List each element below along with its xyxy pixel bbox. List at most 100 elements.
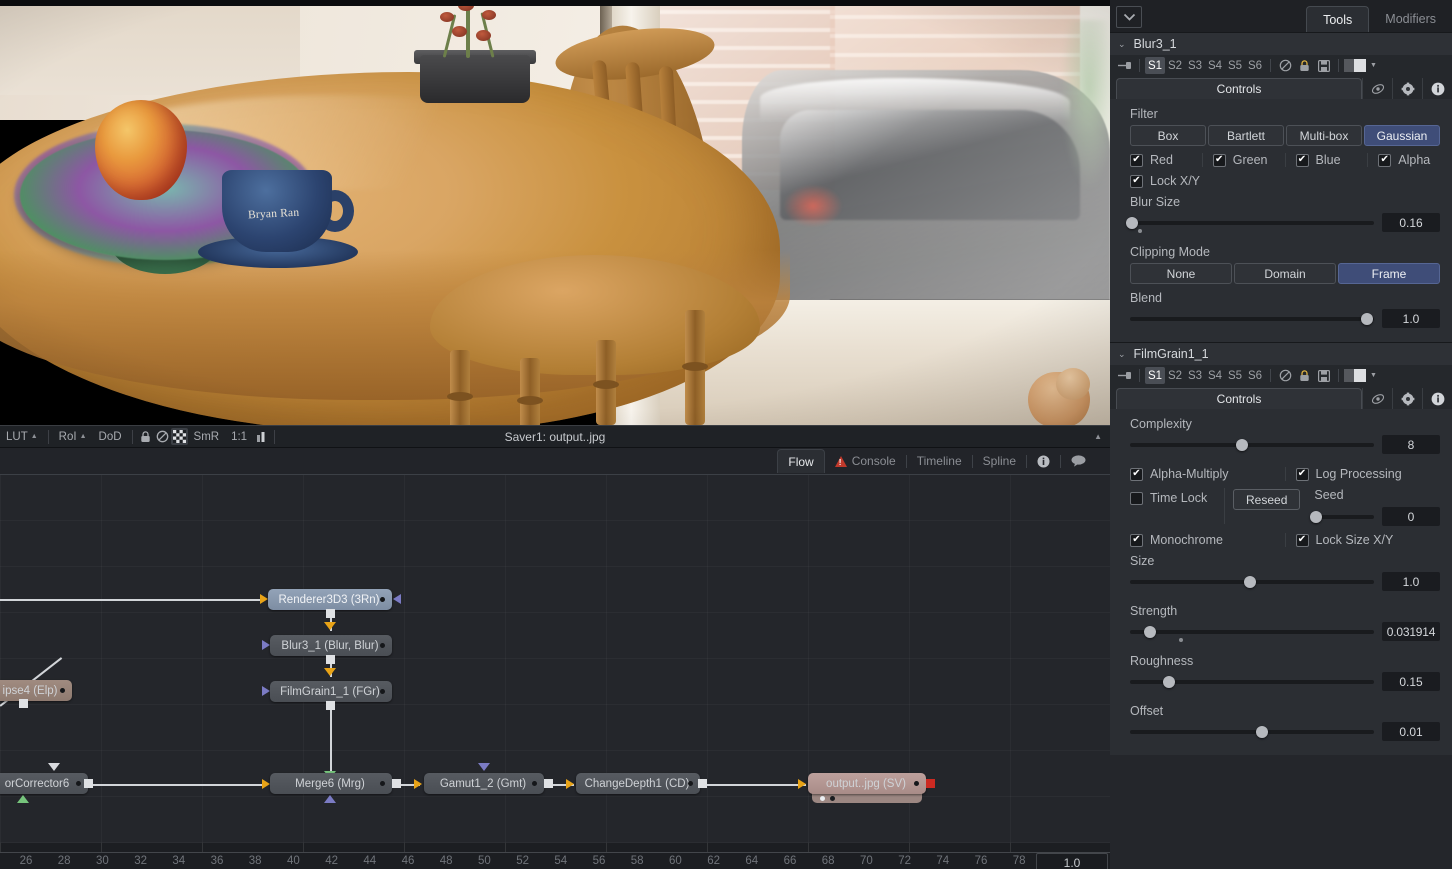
checkbox-red[interactable]: ✔ Red	[1130, 153, 1192, 167]
node-renderer3d3[interactable]: Renderer3D3 (3Rn)	[268, 589, 392, 610]
info-icon[interactable]	[1422, 388, 1452, 409]
filter-option-multi-box[interactable]: Multi-box	[1286, 125, 1362, 146]
clipping-option-frame[interactable]: Frame	[1338, 263, 1440, 284]
tab-spline[interactable]: Spline	[973, 449, 1026, 473]
tab-controls-blur[interactable]: Controls	[1116, 78, 1362, 99]
offset-knob[interactable]	[1255, 725, 1268, 738]
ruler-value-box[interactable]: 1.0	[1036, 853, 1108, 869]
tab-timeline[interactable]: Timeline	[907, 449, 972, 473]
offset-value[interactable]: 0.01	[1382, 722, 1440, 741]
checkbox-time-lock[interactable]: Time Lock	[1130, 491, 1222, 505]
swatch-caret-icon[interactable]: ▼	[1370, 62, 1377, 69]
tab-tools[interactable]: Tools	[1306, 6, 1370, 32]
state-button-s3[interactable]: S3	[1185, 367, 1205, 384]
pin-icon[interactable]	[1116, 368, 1134, 384]
color-swatch[interactable]	[1344, 59, 1366, 72]
comment-icon[interactable]	[1061, 449, 1096, 473]
flow-info-icon[interactable]	[1027, 449, 1060, 473]
pin-icon[interactable]	[1116, 58, 1134, 74]
node-colorcorrector6[interactable]: orCorrector6	[0, 773, 88, 794]
lut-button[interactable]: LUT ▲	[0, 427, 44, 446]
state-button-s6[interactable]: S6	[1245, 57, 1265, 74]
checkbox-alpha[interactable]: ✔ Alpha	[1378, 153, 1440, 167]
blur-size-track[interactable]	[1126, 216, 1374, 233]
checkbox-lock-size-xy-box[interactable]: ✔	[1295, 533, 1309, 547]
smr-button[interactable]: SmR	[188, 427, 226, 446]
seed-knob[interactable]	[1309, 510, 1322, 523]
checkbox-green-box[interactable]: ✔	[1212, 153, 1226, 167]
node-merge6[interactable]: Merge6 (Mrg)	[270, 773, 392, 794]
disable-icon[interactable]	[1276, 368, 1295, 384]
node-blur3-1[interactable]: Blur3_1 (Blur, Blur)	[270, 635, 392, 656]
settings-gear-icon[interactable]	[1392, 388, 1422, 409]
state-button-s2[interactable]: S2	[1165, 367, 1185, 384]
checkbox-lock-xy-box[interactable]: ✔	[1130, 174, 1143, 188]
lock-icon[interactable]	[137, 428, 154, 445]
state-button-s1[interactable]: S1	[1145, 57, 1165, 74]
blend-knob[interactable]	[1360, 312, 1373, 325]
size-track[interactable]	[1130, 575, 1374, 588]
state-button-s6[interactable]: S6	[1245, 367, 1265, 384]
viewer-toolbar[interactable]: LUT ▲ RoI ▲ DoD SmR 1:1 Saver1: output..…	[0, 425, 1110, 448]
tab-modifiers[interactable]: Modifiers	[1369, 6, 1452, 32]
complexity-value[interactable]: 8	[1382, 435, 1440, 454]
checkbox-alpha-box[interactable]: ✔	[1378, 153, 1392, 167]
tool-header-filmgrain[interactable]: ⌄ FilmGrain1_1	[1110, 343, 1452, 365]
tab-flow[interactable]: Flow	[777, 449, 825, 473]
checkbox-alpha-multiply[interactable]: ✔ Alpha-Multiply	[1130, 467, 1275, 481]
node-graph-canvas[interactable]: Renderer3D3 (3Rn) Blur3_1 (Blur, Blur) F…	[0, 474, 1110, 843]
node-gamut1-2[interactable]: Gamut1_2 (Gmt)	[424, 773, 544, 794]
state-button-s4[interactable]: S4	[1205, 57, 1225, 74]
chevron-down-icon[interactable]: ⌄	[1118, 39, 1126, 50]
wire-handle-2[interactable]	[326, 655, 335, 664]
roughness-knob[interactable]	[1163, 675, 1176, 688]
chevron-down-icon[interactable]: ⌄	[1118, 349, 1126, 360]
size-value[interactable]: 1.0	[1382, 572, 1440, 591]
clipping-option-none[interactable]: None	[1130, 263, 1232, 284]
seed-track[interactable]	[1309, 510, 1374, 523]
checkbox-log-processing-box[interactable]: ✔	[1295, 467, 1309, 481]
checkbox-monochrome-box[interactable]: ✔	[1130, 533, 1143, 547]
wire-handle-3[interactable]	[326, 701, 335, 710]
filter-option-bartlett[interactable]: Bartlett	[1208, 125, 1284, 146]
size-knob[interactable]	[1243, 575, 1256, 588]
checkbox-blue-box[interactable]: ✔	[1295, 153, 1309, 167]
node-saver-output[interactable]: output..jpg (SV)	[808, 773, 926, 794]
blend-track[interactable]	[1130, 312, 1374, 325]
checkbox-red-box[interactable]: ✔	[1130, 153, 1143, 167]
node-filmgrain1-1[interactable]: FilmGrain1_1 (FGr)	[270, 681, 392, 702]
roughness-track[interactable]	[1130, 675, 1374, 688]
node-ellipse4[interactable]: ipse4 (Elp)	[0, 680, 72, 701]
checkbox-log-processing[interactable]: ✔ Log Processing	[1295, 467, 1441, 481]
wire-handle-1[interactable]	[326, 609, 335, 618]
swatch-caret-icon[interactable]: ▼	[1370, 372, 1377, 379]
tool-header-blur[interactable]: ⌄ Blur3_1	[1110, 33, 1452, 55]
wire-handle-8[interactable]	[698, 779, 707, 788]
seed-value[interactable]: 0	[1382, 507, 1440, 526]
blend-value[interactable]: 1.0	[1382, 309, 1440, 328]
state-button-s4[interactable]: S4	[1205, 367, 1225, 384]
image-viewer[interactable]: Bryan Ran	[0, 0, 1110, 425]
blur-size-value[interactable]: 0.16	[1382, 213, 1440, 232]
saver-render-flag-icon[interactable]	[926, 779, 935, 788]
checkbox-lock-xy[interactable]: ✔ Lock X/Y	[1130, 174, 1200, 188]
tab-console[interactable]: Console	[825, 449, 906, 473]
roughness-value[interactable]: 0.15	[1382, 672, 1440, 691]
complexity-track[interactable]	[1130, 438, 1374, 451]
state-button-s2[interactable]: S2	[1165, 57, 1185, 74]
roi-button[interactable]: RoI ▲	[53, 427, 93, 446]
reseed-button[interactable]: Reseed	[1233, 489, 1301, 510]
color-swatch[interactable]	[1344, 369, 1366, 382]
no-edit-icon[interactable]	[154, 428, 171, 445]
viewer-collapse-caret-icon[interactable]: ▲	[1094, 432, 1110, 441]
clipping-option-domain[interactable]: Domain	[1234, 263, 1336, 284]
checkbox-time-lock-box[interactable]	[1130, 491, 1143, 505]
node-changedepth1[interactable]: ChangeDepth1 (CD)	[576, 773, 700, 794]
wire-handle-7[interactable]	[544, 779, 553, 788]
wire-handle-5[interactable]	[84, 779, 93, 788]
state-button-s5[interactable]: S5	[1225, 367, 1245, 384]
scale-button[interactable]: 1:1	[225, 427, 253, 446]
state-button-s1[interactable]: S1	[1145, 367, 1165, 384]
chevron-down-icon[interactable]	[1116, 6, 1142, 28]
modifier-icon[interactable]	[1362, 78, 1392, 99]
